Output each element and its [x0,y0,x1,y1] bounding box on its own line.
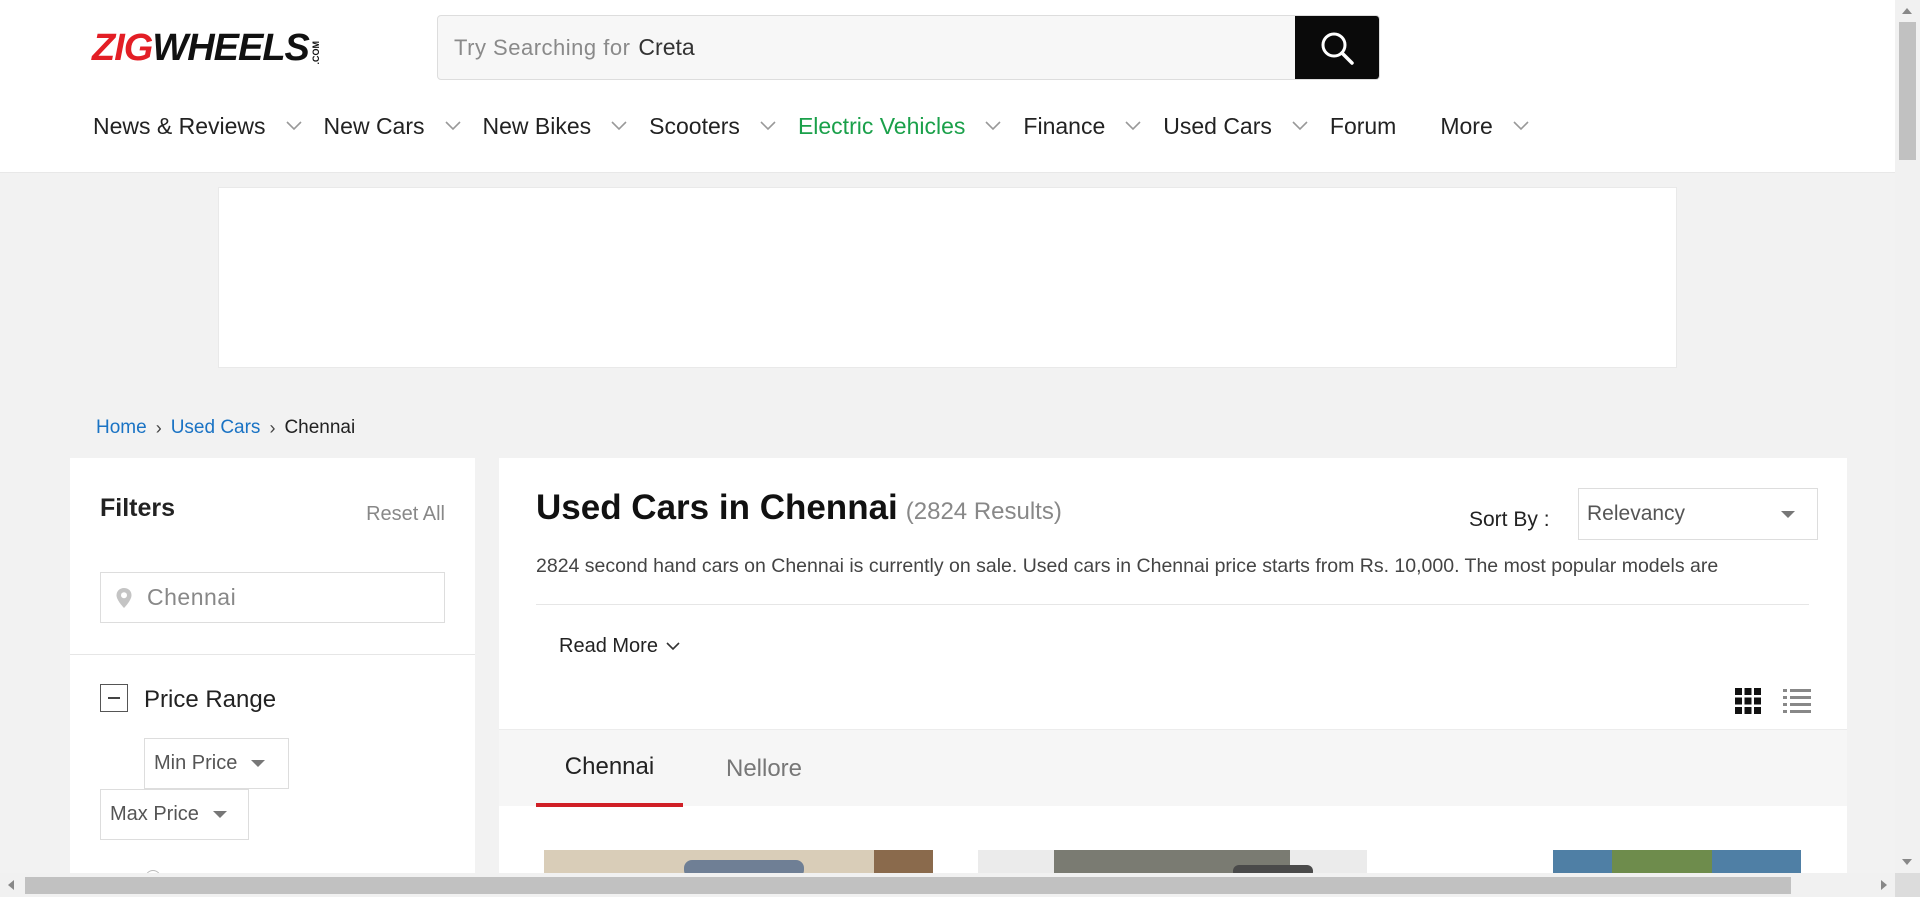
search-button[interactable] [1295,16,1379,79]
nav-label: Finance [1023,112,1106,139]
logo-text-zig: ZIG [92,27,153,69]
location-value: Chennai [147,584,237,610]
nav-label: New Bikes [482,112,592,139]
nav-new-cars[interactable]: New Cars [324,113,461,140]
chevron-down-icon [760,121,776,131]
price-range-label: Price Range [144,686,277,713]
breadcrumb-used-cars[interactable]: Used Cars [171,417,261,439]
reset-all-button[interactable]: Reset All [366,503,445,526]
city-tabs: Chennai Nellore [499,729,1847,807]
search-input[interactable]: Creta [638,34,694,61]
chevron-down-icon [611,121,627,131]
breadcrumb-separator: › [155,417,162,438]
filters-divider [70,654,475,655]
search-icon [1321,32,1354,65]
logo-text-wheels: WHEELS [152,27,310,69]
location-field[interactable]: Chennai [100,572,445,623]
site-header: ZIG WHEELS .COM Try Searching for Creta … [0,0,1895,173]
nav-label: New Cars [323,112,425,139]
collapse-toggle-icon[interactable] [100,684,128,712]
divider [536,604,1809,605]
nav-used-cars[interactable]: Used Cars [1163,113,1308,140]
tab-nellore[interactable]: Nellore [699,730,829,807]
search-bar[interactable]: Try Searching for Creta [437,15,1380,80]
nav-label: Forum [1329,112,1397,139]
listing-panel: Used Cars in Chennai (2824 Results) Sort… [499,458,1847,878]
chevron-down-icon [985,121,1001,131]
search-placeholder: Try Searching for [454,34,631,60]
nav-scooters[interactable]: Scooters [649,113,776,140]
chevron-down-icon [1292,121,1308,131]
chevron-down-icon [285,121,302,131]
scroll-right-icon[interactable] [1881,880,1887,890]
nav-new-bikes[interactable]: New Bikes [483,113,628,140]
breadcrumb-home[interactable]: Home [96,417,147,439]
nav-label: More [1440,112,1493,139]
filters-title: Filters [100,494,176,522]
sort-label: Sort By : [1469,508,1550,531]
scrollbar-thumb[interactable] [25,877,1791,894]
grid-view-icon[interactable] [1735,688,1761,714]
chevron-down-icon [1513,121,1529,131]
scrollbar-thumb[interactable] [1899,22,1916,160]
caret-down-icon [1781,510,1795,518]
results-count: (2824 Results) [905,498,1062,525]
scroll-up-icon[interactable] [1902,8,1912,14]
caret-down-icon [251,760,266,767]
breadcrumb-current: Chennai [284,417,356,438]
scrollbar-corner [1895,873,1920,897]
min-price-value: Min Price [154,752,238,774]
chevron-down-icon [666,642,680,651]
page-title-text: Used Cars in Chennai [536,488,898,527]
sort-value: Relevancy [1587,502,1686,525]
filters-panel: Filters Reset All Chennai Price Range Mi… [70,458,475,880]
read-more-label: Read More [559,635,658,657]
nav-finance[interactable]: Finance [1023,113,1141,140]
nav-more[interactable]: More [1440,112,1529,140]
zigwheels-logo[interactable]: ZIG WHEELS .COM [92,28,321,68]
ad-banner [218,187,1677,368]
location-pin-icon [116,587,132,608]
horizontal-scrollbar[interactable] [0,873,1895,897]
max-price-select[interactable]: Max Price [100,789,249,840]
page-title: Used Cars in Chennai (2824 Results) [536,488,1062,528]
nav-label: Electric Vehicles [797,112,966,139]
nav-forum[interactable]: Forum [1330,113,1396,140]
read-more-button[interactable]: Read More [559,635,680,658]
nav-electric-vehicles[interactable]: Electric Vehicles [798,113,1001,140]
caret-down-icon [212,811,227,818]
breadcrumb: Home › Used Cars › Chennai [96,417,355,439]
scroll-left-icon[interactable] [8,880,14,890]
listing-description: 2824 second hand cars on Chennai is curr… [536,555,1719,577]
scroll-down-icon[interactable] [1902,859,1912,865]
nav-news-reviews[interactable]: News & Reviews [93,113,302,140]
tab-chennai[interactable]: Chennai [536,730,683,807]
main-nav: News & Reviews New Cars New Bikes Scoote… [93,108,1551,144]
nav-label: Used Cars [1163,112,1272,139]
max-price-value: Max Price [110,803,199,825]
list-view-icon[interactable] [1783,688,1811,714]
chevron-down-icon [444,121,461,131]
logo-text-com: .COM [310,40,321,65]
nav-label: Scooters [649,112,740,139]
breadcrumb-separator: › [269,417,276,438]
min-price-select[interactable]: Min Price [144,738,289,789]
vertical-scrollbar[interactable] [1895,0,1920,873]
nav-label: News & Reviews [93,112,266,139]
chevron-down-icon [1125,121,1141,131]
sort-select[interactable]: Relevancy [1578,488,1818,540]
